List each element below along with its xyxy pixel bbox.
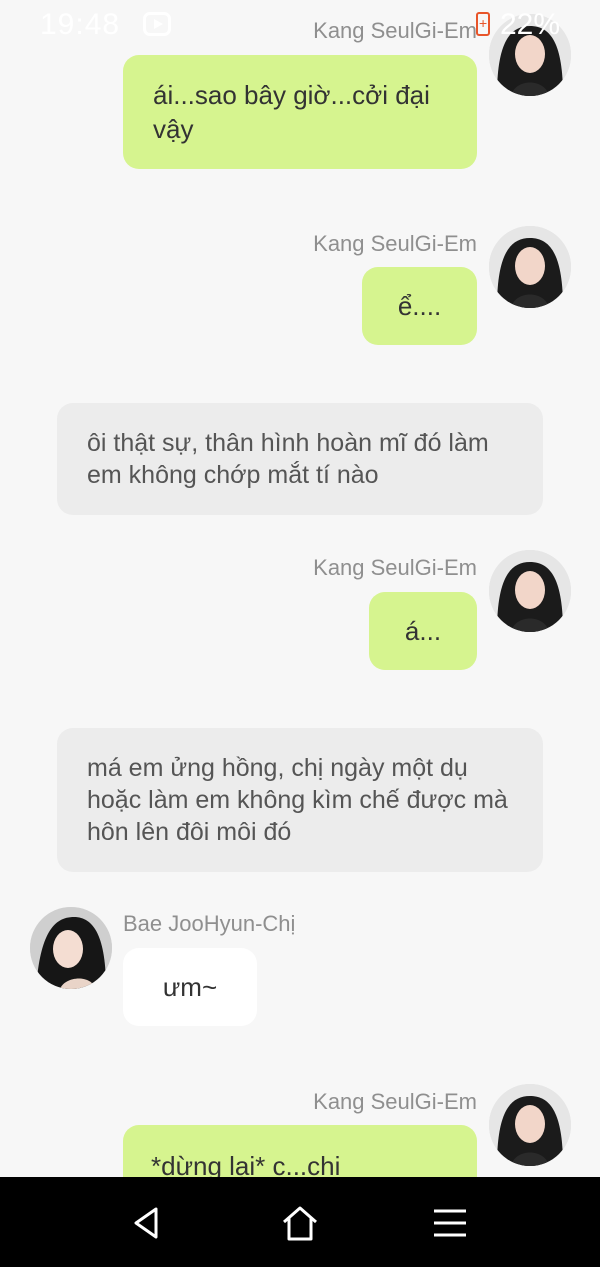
avatar-seulgi[interactable] (489, 550, 571, 632)
menu-icon[interactable] (428, 1201, 472, 1245)
avatar-joohyun[interactable] (30, 907, 112, 989)
home-icon[interactable] (278, 1201, 322, 1245)
avatar-seulgi[interactable] (489, 226, 571, 308)
sender-name: Kang SeulGi-Em (313, 555, 477, 580)
battery-percentage: 22% (500, 8, 561, 41)
status-time: 19:48 (40, 8, 121, 41)
navigation-bar (0, 1177, 600, 1267)
message-bubble[interactable]: ể.... (362, 267, 477, 345)
sender-name: Kang SeulGi-Em (313, 1089, 477, 1114)
message-bubble[interactable]: ái...sao bây giờ...cởi đại vậy (123, 55, 477, 169)
youtube-icon (143, 12, 171, 36)
battery-charging-icon (476, 12, 490, 36)
avatar-seulgi[interactable] (489, 1084, 571, 1166)
sender-name: Kang SeulGi-Em (313, 231, 477, 256)
narration-block: ôi thật sự, thân hình hoàn mĩ đó làm em … (57, 403, 543, 515)
message-bubble[interactable]: á... (369, 592, 477, 670)
message-bubble[interactable]: ưm~ (123, 948, 257, 1026)
sender-name: Bae JooHyun-Chị (123, 911, 296, 936)
back-icon[interactable] (126, 1201, 170, 1245)
status-bar: 19:48 22% (0, 0, 600, 50)
narration-block: má em ửng hồng, chị ngày một dụ hoặc làm… (57, 728, 543, 872)
